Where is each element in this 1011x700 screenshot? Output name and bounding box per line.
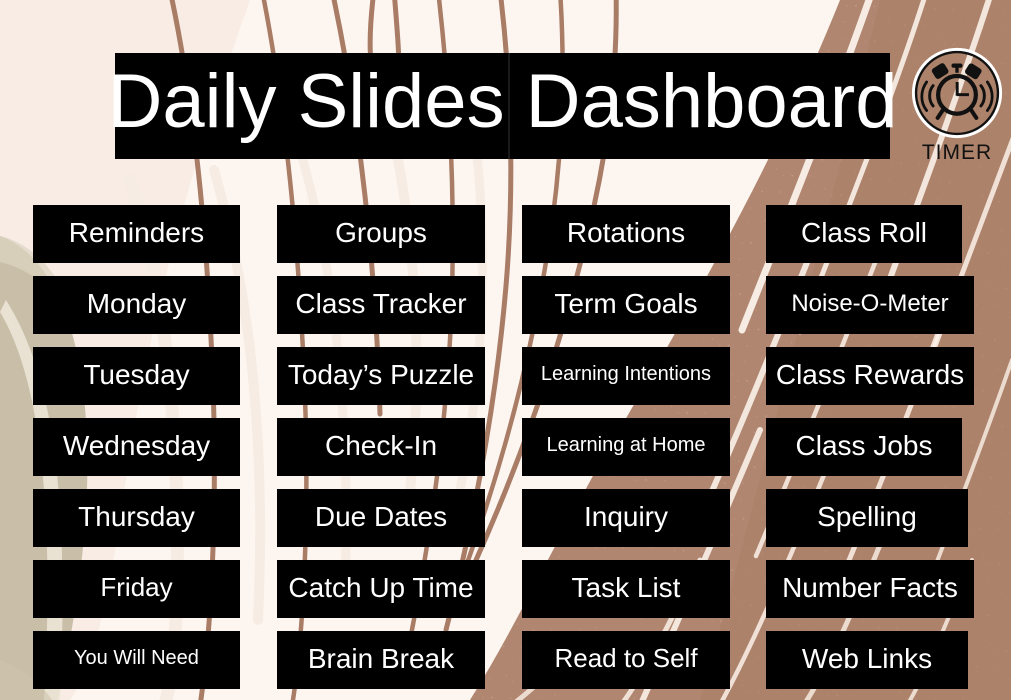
column-4: Class Roll Noise-O-Meter Class Rewards Clas… (766, 205, 974, 700)
page-title-banner: Daily Slides Dashboard (108, 53, 897, 159)
nav-button[interactable]: Term Goals (522, 276, 730, 334)
nav-button-label: Class Roll (800, 216, 928, 248)
nav-button-label: Due Dates (314, 500, 448, 532)
timer-label: TIMER (921, 141, 993, 164)
nav-button[interactable]: Number Facts (766, 560, 974, 618)
nav-button-label: Groups (335, 216, 427, 248)
nav-button-label: Inquiry (583, 500, 669, 532)
nav-button-label: Reminders (68, 216, 205, 248)
nav-button-label: Spelling (817, 500, 917, 532)
nav-button-label: Number Facts (782, 571, 958, 603)
nav-button-label: Tuesday (83, 358, 190, 390)
nav-button[interactable]: Due Dates (277, 489, 485, 547)
nav-button-label: You Will Need (74, 647, 199, 669)
nav-button[interactable]: Today’s Puzzle (277, 347, 485, 405)
nav-button-label: Wednesday (62, 429, 211, 461)
nav-button[interactable]: You Will Need (33, 631, 240, 689)
nav-button-label: Read to Self (554, 642, 698, 673)
column-2: Groups Class Tracker Today’s Puzzle Check-I… (277, 205, 485, 700)
nav-button-label: Brain Break (307, 642, 455, 674)
nav-button-label: Noise-O-Meter (791, 289, 949, 317)
alarm-clock-icon (911, 47, 1003, 139)
nav-button[interactable]: Friday (33, 560, 240, 618)
nav-button-label: Learning at Home (546, 434, 706, 456)
nav-button[interactable]: Learning Intentions (522, 347, 730, 405)
nav-button[interactable]: Web Links (766, 631, 968, 689)
timer-button[interactable]: TIMER (908, 47, 1006, 177)
nav-button[interactable]: Read to Self (522, 631, 730, 689)
nav-button[interactable]: Wednesday (33, 418, 240, 476)
nav-button[interactable]: Groups (277, 205, 485, 263)
nav-button-label: Rotations (566, 216, 686, 248)
nav-button[interactable]: Brain Break (277, 631, 485, 689)
nav-button[interactable]: Rotations (522, 205, 730, 263)
nav-button[interactable]: Reminders (33, 205, 240, 263)
nav-button[interactable]: Class Tracker (277, 276, 485, 334)
column-1: Reminders Monday Tuesday Wednesday Thursday F… (33, 205, 240, 700)
nav-button[interactable]: Task List (522, 560, 730, 618)
nav-button[interactable]: Learning at Home (522, 418, 730, 476)
nav-button-label: Learning Intentions (540, 363, 712, 385)
nav-button[interactable]: Inquiry (522, 489, 730, 547)
nav-button[interactable]: Class Jobs (766, 418, 962, 476)
nav-button[interactable]: Check-In (277, 418, 485, 476)
nav-button[interactable]: Thursday (33, 489, 240, 547)
page-title: Daily Slides Dashboard (107, 59, 898, 144)
nav-button[interactable]: Spelling (766, 489, 968, 547)
nav-button-label: Class Tracker (295, 287, 467, 319)
nav-button[interactable]: Monday (33, 276, 240, 334)
nav-button-label: Task List (571, 571, 681, 603)
title-divider (508, 53, 510, 159)
dashboard-slide: Daily Slides Dashboard TIMER Reminders M… (0, 0, 1011, 700)
nav-button-label: Check-In (324, 429, 438, 461)
nav-button-label: Today’s Puzzle (287, 358, 475, 390)
nav-button[interactable]: Class Rewards (766, 347, 974, 405)
nav-button-label: Class Jobs (795, 429, 933, 461)
nav-button[interactable]: Noise-O-Meter (766, 276, 974, 334)
nav-button-label: Catch Up Time (288, 571, 474, 603)
nav-button[interactable]: Catch Up Time (277, 560, 485, 618)
nav-button-label: Web Links (801, 642, 933, 674)
nav-button-label: Thursday (78, 500, 195, 532)
column-3: Rotations Term Goals Learning Intentions Le… (522, 205, 730, 700)
nav-button[interactable]: Tuesday (33, 347, 240, 405)
nav-button-label: Term Goals (554, 287, 698, 319)
nav-button-label: Monday (86, 287, 187, 319)
nav-button-label: Friday (100, 571, 173, 602)
nav-button-label: Class Rewards (775, 358, 965, 390)
nav-button[interactable]: Class Roll (766, 205, 962, 263)
